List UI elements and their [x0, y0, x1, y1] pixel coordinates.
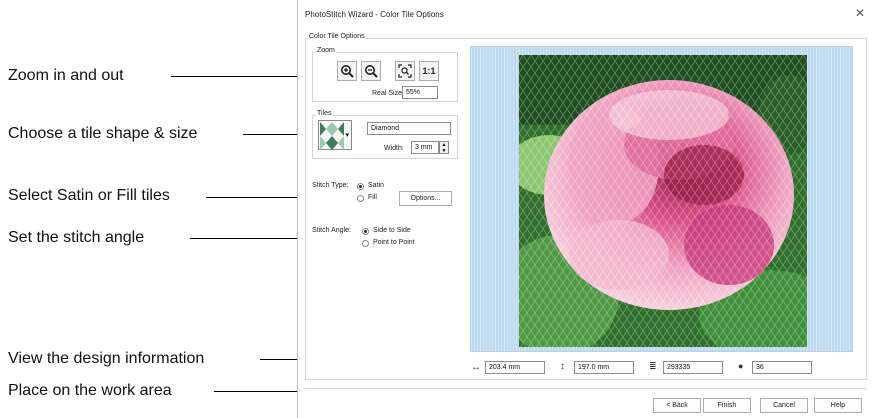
back-button[interactable]: < Back [653, 398, 701, 413]
stitch-count-icon: ≣ [649, 361, 657, 371]
callout-design-info: View the design information [8, 350, 205, 367]
stitch-type-satin-label: Satin [368, 182, 384, 189]
zoom-1to1-button[interactable]: 1:1 [419, 61, 439, 81]
finish-button[interactable]: Finish [703, 398, 751, 413]
stitch-type-fill-radio[interactable] [357, 195, 364, 202]
color-tile-options-label: Color Tile Options [308, 33, 366, 40]
close-icon[interactable]: ✕ [855, 6, 865, 20]
cancel-button[interactable]: Cancel [760, 398, 808, 413]
design-preview-area[interactable] [470, 46, 853, 352]
leader-line-stitch-angle [190, 238, 297, 239]
color-count-field: 36 [752, 361, 812, 374]
stitch-type-satin-radio[interactable] [357, 183, 364, 190]
tile-width-input[interactable]: 3 mm [411, 141, 439, 154]
stitch-angle-side-label: Side to Side [373, 227, 411, 234]
stitch-angle-point-radio[interactable] [362, 240, 369, 247]
options-button[interactable]: Options... [399, 191, 452, 206]
diamond-tile-icon [320, 122, 344, 150]
stitch-count-field: 293335 [663, 361, 723, 374]
tiles-label: Tiles [316, 110, 333, 117]
tile-width-spinner[interactable]: ▲ ▼ [439, 141, 449, 154]
width-arrow-icon: ↔ [471, 362, 481, 373]
leader-line-zoom [171, 76, 318, 77]
zoom-out-button[interactable] [361, 61, 381, 81]
callout-work-area: Place on the work area [8, 382, 172, 399]
callout-zoom: Zoom in and out [8, 67, 124, 84]
leader-line-stitch-type [206, 197, 297, 198]
stitch-angle-point-label: Point to Point [373, 239, 415, 246]
callout-tile: Choose a tile shape & size [8, 125, 198, 142]
footer-divider [305, 388, 867, 389]
zoom-in-button[interactable] [337, 61, 357, 81]
dialog-title: PhotoStitch Wizard - Color Tile Options [305, 10, 444, 19]
palette-icon: ● [738, 361, 744, 371]
stitch-type-label: Stitch Type: [312, 182, 349, 189]
stitch-angle-side-radio[interactable] [362, 228, 369, 235]
zoom-out-icon [365, 65, 378, 78]
rose-tile-image [519, 55, 807, 347]
real-size-label: Real Size [372, 90, 402, 97]
zoom-label: Zoom [316, 47, 336, 54]
help-button[interactable]: Help [814, 398, 862, 413]
design-width-field: 203.4 mm [485, 361, 545, 374]
zoom-fit-icon [398, 64, 412, 78]
width-label: Width: [384, 145, 404, 152]
callout-stitch-type: Select Satin or Fill tiles [8, 187, 170, 204]
chevron-down-icon: ▾ [345, 132, 349, 139]
stitch-angle-label: Stitch Angle: [312, 227, 351, 234]
tile-shape-name-field: Diamond [367, 122, 451, 135]
stitch-type-fill-label: Fill [368, 194, 377, 201]
height-arrow-icon: ↕ [560, 361, 565, 372]
zoom-value-field[interactable]: 55% [402, 86, 438, 99]
callout-stitch-angle: Set the stitch angle [8, 229, 145, 246]
tile-shape-dropdown[interactable]: ▾ [318, 120, 352, 150]
zoom-fit-button[interactable] [395, 61, 415, 81]
design-height-field: 197.0 mm [574, 361, 634, 374]
zoom-in-icon [341, 65, 354, 78]
